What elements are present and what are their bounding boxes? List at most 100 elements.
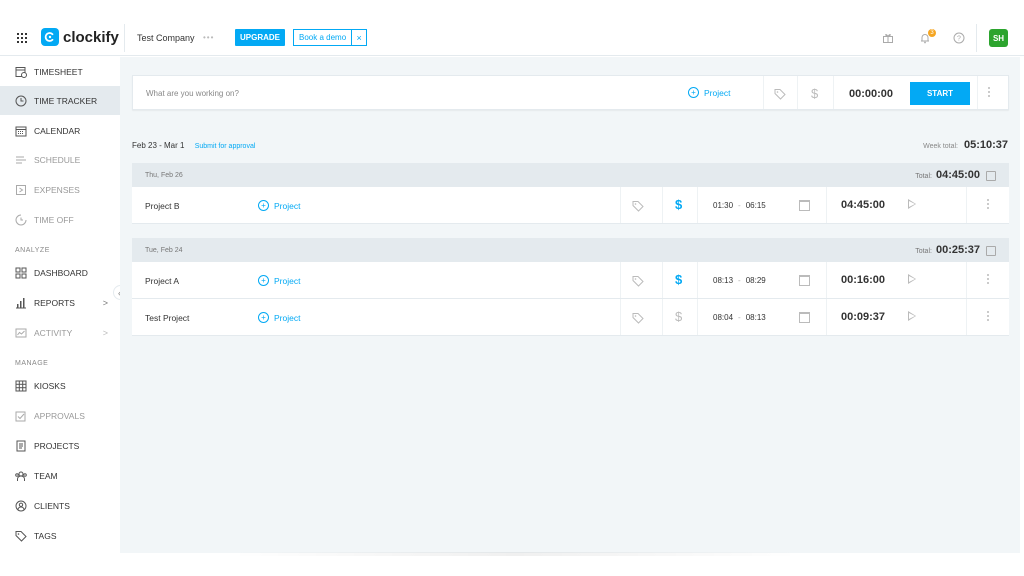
activity-icon xyxy=(15,327,27,339)
approvals-icon xyxy=(15,410,27,422)
billable-toggle[interactable]: $ xyxy=(675,309,682,324)
day-group-header: Thu, Feb 26 Total: 04:45:00 xyxy=(132,163,1009,187)
clients-icon xyxy=(15,500,27,512)
end-time[interactable]: 08:13 xyxy=(746,313,766,322)
company-name[interactable]: Test Company xyxy=(137,33,195,43)
sidebar-item-expenses[interactable]: EXPENSES xyxy=(0,175,120,204)
entry-time-range[interactable]: 08:04-08:13 xyxy=(713,313,766,322)
start-time[interactable]: 01:30 xyxy=(713,201,733,210)
tag-icon[interactable] xyxy=(632,274,644,287)
entry-duration[interactable]: 00:09:37 xyxy=(841,311,885,323)
sidebar-item-tags[interactable]: TAGS xyxy=(0,521,120,550)
play-icon[interactable] xyxy=(908,311,916,321)
tag-icon[interactable] xyxy=(774,87,786,100)
sidebar-item-projects[interactable]: PROJECTS xyxy=(0,431,120,460)
more-options-icon[interactable] xyxy=(986,311,990,321)
project-label: Project xyxy=(704,87,731,98)
divider xyxy=(620,262,621,298)
sidebar-item-approvals[interactable]: APPROVALS xyxy=(0,401,120,430)
more-dots-icon[interactable]: ••• xyxy=(203,33,214,42)
sidebar-item-team[interactable]: TEAM xyxy=(0,461,120,490)
end-time[interactable]: 08:29 xyxy=(746,276,766,285)
sidebar-item-activity[interactable]: ACTIVITY > xyxy=(0,318,120,347)
project-picker[interactable]: + Project xyxy=(258,312,300,323)
chevron-right-icon: > xyxy=(102,297,108,308)
add-project-icon: + xyxy=(258,200,269,211)
week-range: Feb 23 - Mar 1 xyxy=(132,141,185,150)
sidebar: TIMESHEET TIME TRACKER CALENDAR SCHEDULE… xyxy=(0,57,120,576)
calendar-icon[interactable] xyxy=(799,312,810,323)
entry-description[interactable]: Project B xyxy=(145,201,180,211)
entry-duration[interactable]: 04:45:00 xyxy=(841,199,885,211)
sidebar-item-reports[interactable]: REPORTS > xyxy=(0,288,120,317)
book-demo-button[interactable]: Book a demo xyxy=(294,33,351,42)
notification-badge: 3 xyxy=(928,29,936,37)
sidebar-item-clients[interactable]: CLIENTS xyxy=(0,491,120,520)
time-off-icon xyxy=(15,214,27,226)
copy-icon[interactable] xyxy=(986,171,996,182)
end-time[interactable]: 06:15 xyxy=(746,201,766,210)
calendar-icon[interactable] xyxy=(799,200,810,211)
billable-toggle[interactable]: $ xyxy=(811,86,818,101)
sidebar-item-label: EXPENSES xyxy=(34,184,80,195)
more-options-icon[interactable] xyxy=(986,199,990,209)
kiosk-icon xyxy=(15,380,27,392)
sidebar-item-schedule[interactable]: SCHEDULE xyxy=(0,145,120,174)
sidebar-item-dashboard[interactable]: DASHBOARD xyxy=(0,258,120,287)
schedule-icon xyxy=(15,154,27,166)
expenses-icon xyxy=(15,184,27,196)
billable-toggle[interactable]: $ xyxy=(675,197,682,212)
billable-toggle[interactable]: $ xyxy=(675,272,682,287)
sidebar-item-time-tracker[interactable]: TIME TRACKER xyxy=(0,86,120,115)
sidebar-item-time-off[interactable]: TIME OFF xyxy=(0,205,120,234)
play-icon[interactable] xyxy=(908,199,916,209)
logo[interactable]: clockify xyxy=(41,28,119,46)
start-time[interactable]: 08:13 xyxy=(713,276,733,285)
entry-duration[interactable]: 00:16:00 xyxy=(841,274,885,286)
project-picker[interactable]: + Project xyxy=(258,275,300,286)
more-options-icon[interactable] xyxy=(987,87,991,97)
entry-description[interactable]: Project A xyxy=(145,276,179,286)
close-icon[interactable]: × xyxy=(351,30,366,45)
tag-icon[interactable] xyxy=(632,199,644,212)
help-icon[interactable]: ? xyxy=(952,31,966,45)
divider xyxy=(826,262,827,298)
sidebar-item-label: CLIENTS xyxy=(34,500,70,511)
dashboard-icon xyxy=(15,267,27,279)
day-total: Total: 04:45:00 xyxy=(915,168,996,182)
calendar-icon[interactable] xyxy=(799,275,810,286)
start-button[interactable]: START xyxy=(910,82,970,105)
bottom-shadow xyxy=(230,552,800,556)
timesheet-icon xyxy=(15,66,27,78)
upgrade-button[interactable]: UPGRADE xyxy=(235,29,286,46)
project-label: Project xyxy=(274,200,301,211)
project-picker[interactable]: + Project xyxy=(258,200,300,211)
project-picker[interactable]: + Project xyxy=(688,87,730,98)
sidebar-item-kiosks[interactable]: KIOSKS xyxy=(0,371,120,400)
apps-grid-icon[interactable] xyxy=(17,33,27,43)
day-date: Tue, Feb 24 xyxy=(145,246,183,254)
sidebar-item-timesheet[interactable]: TIMESHEET xyxy=(0,57,120,86)
day-total-value: 04:45:00 xyxy=(935,168,980,181)
copy-icon[interactable] xyxy=(986,246,996,257)
add-project-icon: + xyxy=(688,87,699,98)
time-entry-row: Test Project + Project $ 08:04-08:13 00:… xyxy=(132,299,1009,336)
sidebar-item-label: TIME TRACKER xyxy=(34,95,98,106)
submit-for-approval-link[interactable]: Submit for approval xyxy=(195,143,256,150)
play-icon[interactable] xyxy=(908,274,916,284)
avatar[interactable]: SH xyxy=(989,29,1008,47)
gift-icon[interactable] xyxy=(881,31,895,45)
tag-icon[interactable] xyxy=(632,311,644,324)
divider xyxy=(976,24,977,52)
divider xyxy=(966,299,967,335)
entry-description[interactable]: Test Project xyxy=(145,313,189,323)
start-time[interactable]: 08:04 xyxy=(713,313,733,322)
divider xyxy=(797,76,798,109)
day-group: Tue, Feb 24 Total: 00:25:37 Project A + P… xyxy=(132,238,1009,336)
entry-time-range[interactable]: 08:13-08:29 xyxy=(713,276,766,285)
more-options-icon[interactable] xyxy=(986,274,990,284)
book-demo-banner: Book a demo × xyxy=(293,29,368,46)
sidebar-item-calendar[interactable]: CALENDAR xyxy=(0,116,120,145)
entry-time-range[interactable]: 01:30-06:15 xyxy=(713,201,766,210)
description-input[interactable]: What are you working on? xyxy=(146,89,239,98)
